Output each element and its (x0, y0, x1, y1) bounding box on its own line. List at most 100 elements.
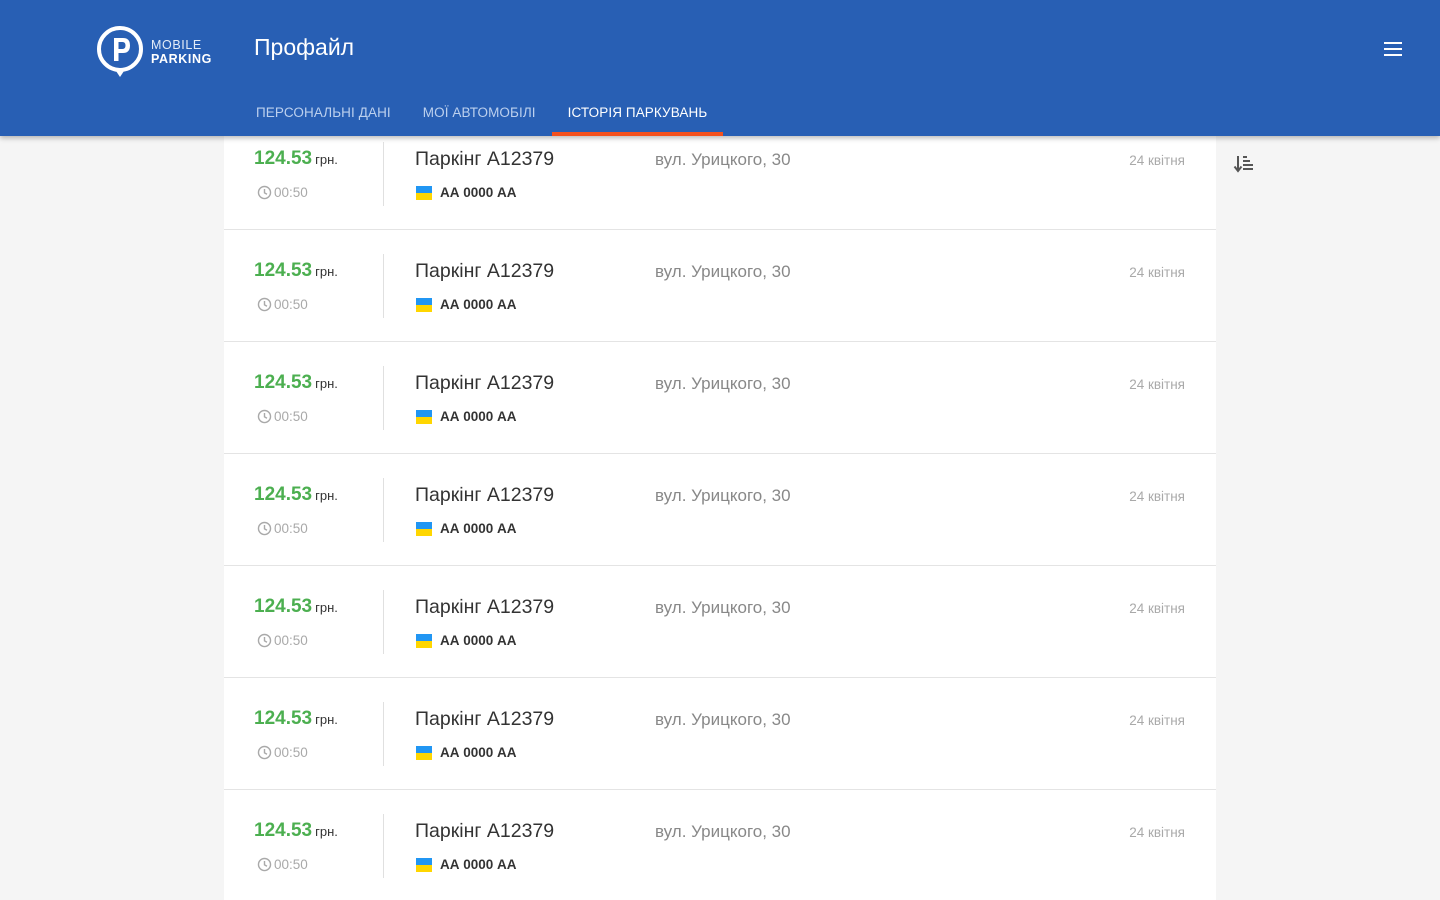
parking-name: Паркінг А12379 (415, 148, 555, 170)
parking-history-list: 124.53 грн. 00:50 Паркінг А12379 АА 0000 АА в… (224, 118, 1216, 900)
parking-date: 24 квітня (1129, 825, 1185, 840)
parking-address: вул. Урицкого, 30 (655, 822, 791, 841)
parking-date: 24 квітня (1129, 377, 1185, 392)
plate-number: АА 0000 АА (440, 185, 517, 200)
ukraine-flag-icon (416, 857, 432, 872)
parking-name: Паркінг А12379 (415, 708, 555, 730)
parking-address: вул. Урицкого, 30 (655, 598, 791, 617)
tab-parking-history[interactable]: ІСТОРІЯ ПАРКУВАНЬ (551, 88, 724, 136)
parking-address: вул. Урицкого, 30 (655, 374, 791, 393)
price-currency: грн. (315, 824, 338, 839)
clock-icon (256, 520, 274, 537)
duration-value: 00:50 (274, 521, 308, 536)
history-row[interactable]: 124.53 грн. 00:50 Паркінг А12379 АА 0000 АА в… (224, 566, 1216, 678)
duration-value: 00:50 (274, 185, 308, 200)
sort-descending-icon[interactable] (1232, 152, 1256, 176)
duration: 00:50 (256, 184, 308, 201)
clock-icon (256, 408, 274, 425)
license-plate: АА 0000 АА (416, 297, 517, 312)
price-value: 124.53 (254, 484, 313, 505)
price-value: 124.53 (254, 596, 313, 617)
duration: 00:50 (256, 856, 308, 873)
duration-value: 00:50 (274, 409, 308, 424)
price-value: 124.53 (254, 260, 313, 281)
ukraine-flag-icon (416, 185, 432, 200)
price-currency: грн. (315, 600, 338, 615)
logo-line-parking: PARKING (151, 52, 212, 66)
price: 124.53 грн. (254, 708, 338, 730)
plate-number: АА 0000 АА (440, 745, 517, 760)
logo-text: MOBILE PARKING (151, 38, 212, 66)
clock-icon (256, 744, 274, 761)
history-row[interactable]: 124.53 грн. 00:50 Паркінг А12379 АА 0000 АА в… (224, 790, 1216, 900)
history-row[interactable]: 124.53 грн. 00:50 Паркінг А12379 АА 0000 АА в… (224, 454, 1216, 566)
profile-tabs: ПЕРСОНАЛЬНІ ДАНІ МОЇ АВТОМОБІЛІ ІСТОРІЯ … (240, 88, 723, 136)
price-currency: грн. (315, 376, 338, 391)
ukraine-flag-icon (416, 297, 432, 312)
parking-address: вул. Урицкого, 30 (655, 150, 791, 169)
license-plate: АА 0000 АА (416, 857, 517, 872)
parking-date: 24 квітня (1129, 489, 1185, 504)
clock-icon (256, 632, 274, 649)
price-value: 124.53 (254, 820, 313, 841)
price: 124.53 грн. (254, 820, 338, 842)
history-row[interactable]: 124.53 грн. 00:50 Паркінг А12379 АА 0000 АА в… (224, 678, 1216, 790)
price-currency: грн. (315, 152, 338, 167)
history-row[interactable]: 124.53 грн. 00:50 Паркінг А12379 АА 0000 АА в… (224, 230, 1216, 342)
price: 124.53 грн. (254, 148, 338, 170)
parking-address: вул. Урицкого, 30 (655, 486, 791, 505)
history-row[interactable]: 124.53 грн. 00:50 Паркінг А12379 АА 0000 АА в… (224, 342, 1216, 454)
clock-icon (256, 184, 274, 201)
price: 124.53 грн. (254, 372, 338, 394)
price: 124.53 грн. (254, 260, 338, 282)
license-plate: АА 0000 АА (416, 185, 517, 200)
duration-value: 00:50 (274, 857, 308, 872)
duration: 00:50 (256, 408, 308, 425)
divider (383, 142, 384, 206)
duration: 00:50 (256, 296, 308, 313)
license-plate: АА 0000 АА (416, 521, 517, 536)
app-header: MOBILE PARKING Профайл ПЕРСОНАЛЬНІ ДАНІ … (0, 0, 1440, 136)
price: 124.53 грн. (254, 596, 338, 618)
clock-icon (256, 296, 274, 313)
price-currency: грн. (315, 712, 338, 727)
parking-date: 24 квітня (1129, 153, 1185, 168)
divider (383, 478, 384, 542)
hamburger-menu-icon[interactable] (1380, 38, 1406, 60)
divider (383, 702, 384, 766)
duration-value: 00:50 (274, 745, 308, 760)
duration-value: 00:50 (274, 297, 308, 312)
price-value: 124.53 (254, 708, 313, 729)
parking-name: Паркінг А12379 (415, 484, 555, 506)
divider (383, 254, 384, 318)
parking-name: Паркінг А12379 (415, 596, 555, 618)
plate-number: АА 0000 АА (440, 521, 517, 536)
parking-pin-logo-icon (97, 26, 143, 77)
divider (383, 366, 384, 430)
tab-personal-data[interactable]: ПЕРСОНАЛЬНІ ДАНІ (240, 88, 407, 136)
plate-number: АА 0000 АА (440, 297, 517, 312)
parking-address: вул. Урицкого, 30 (655, 710, 791, 729)
duration: 00:50 (256, 632, 308, 649)
parking-date: 24 квітня (1129, 265, 1185, 280)
duration: 00:50 (256, 744, 308, 761)
price-currency: грн. (315, 264, 338, 279)
divider (383, 814, 384, 878)
license-plate: АА 0000 АА (416, 633, 517, 648)
license-plate: АА 0000 АА (416, 409, 517, 424)
duration-value: 00:50 (274, 633, 308, 648)
price-value: 124.53 (254, 148, 313, 169)
logo[interactable]: MOBILE PARKING (96, 26, 212, 78)
ukraine-flag-icon (416, 633, 432, 648)
price: 124.53 грн. (254, 484, 338, 506)
license-plate: АА 0000 АА (416, 745, 517, 760)
clock-icon (256, 856, 274, 873)
logo-line-mobile: MOBILE (151, 38, 202, 52)
plate-number: АА 0000 АА (440, 633, 517, 648)
parking-address: вул. Урицкого, 30 (655, 262, 791, 281)
page-title: Профайл (254, 34, 355, 60)
plate-number: АА 0000 АА (440, 409, 517, 424)
tab-my-cars[interactable]: МОЇ АВТОМОБІЛІ (407, 88, 552, 136)
parking-name: Паркінг А12379 (415, 820, 555, 842)
parking-name: Паркінг А12379 (415, 260, 555, 282)
